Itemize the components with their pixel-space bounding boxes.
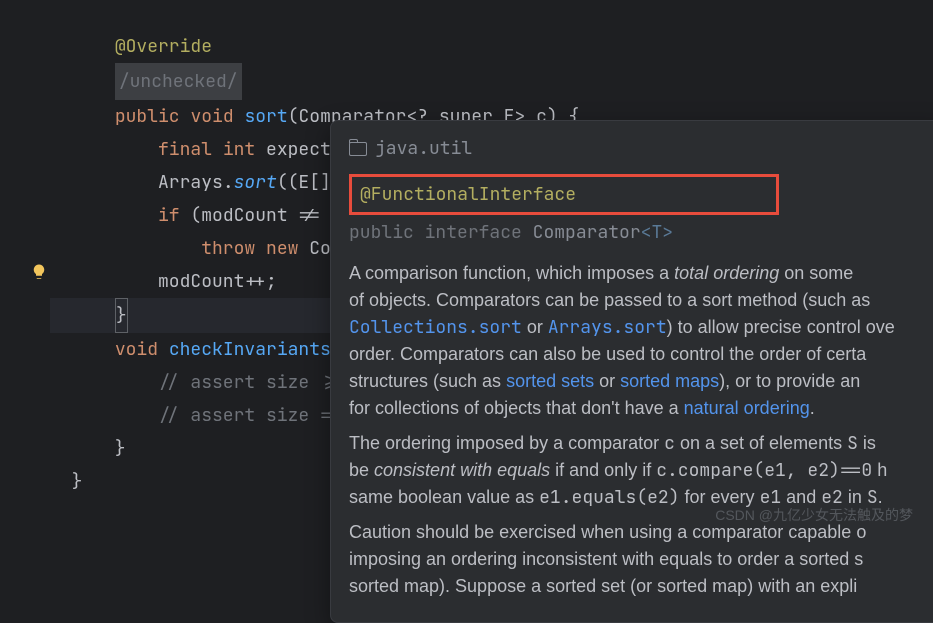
closing-brace: } [115, 298, 128, 333]
type-declaration: public interface Comparator<T> [349, 219, 931, 246]
highlight-box: @FunctionalInterface [349, 174, 779, 215]
method-sort: sort [244, 100, 287, 133]
method-checkinvariants: checkInvariants() [169, 333, 353, 366]
comment-assert2: // assert size == [158, 399, 352, 432]
kw-if: if [158, 199, 180, 232]
link-sorted-sets[interactable]: sorted sets [506, 371, 594, 391]
annotation-override: @Override [115, 30, 212, 63]
unchecked-comment: /unchecked/ [115, 63, 242, 100]
kw-void: void [190, 100, 233, 133]
folder-icon [349, 142, 367, 156]
arrays-class: Arrays [158, 166, 223, 199]
link-collections-sort[interactable]: Collections.sort [349, 316, 522, 339]
kw-throw: throw [201, 232, 255, 265]
lightbulb-icon[interactable] [30, 263, 48, 281]
kw-final: final [158, 133, 212, 166]
javadoc-tooltip[interactable]: java.util @FunctionalInterface public in… [330, 120, 933, 623]
tooltip-header: java.util [349, 135, 931, 162]
link-sorted-maps[interactable]: sorted maps [620, 371, 719, 391]
link-arrays-sort[interactable]: Arrays.sort [548, 316, 667, 339]
comment-assert1: // assert size >= [158, 366, 352, 399]
package-name: java.util [375, 135, 472, 162]
watermark: CSDN @九亿少女无法触及的梦 [715, 505, 913, 525]
modcount-increment: modCount++; [158, 265, 277, 298]
tooltip-body: A comparison function, which imposes a t… [349, 260, 931, 600]
link-natural-ordering[interactable]: natural ordering [684, 398, 810, 418]
kw-public: public [115, 100, 180, 133]
functional-interface-annotation: @FunctionalInterface [360, 183, 576, 206]
